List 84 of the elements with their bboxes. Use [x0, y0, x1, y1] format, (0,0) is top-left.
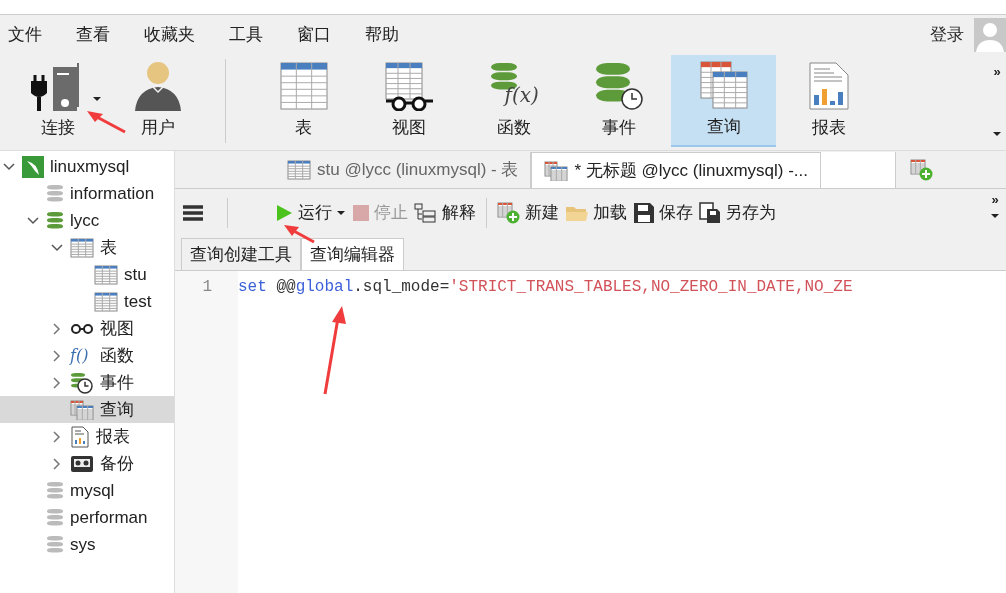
- menu-item[interactable]: 工具: [229, 23, 263, 47]
- database-clock-icon: [593, 61, 644, 112]
- tree-item[interactable]: 事件: [0, 369, 174, 396]
- new-query-icon: [910, 159, 934, 181]
- document-tab[interactable]: * 无标题 @lycc (linuxmysql) -...: [531, 152, 821, 188]
- tree-item[interactable]: performan: [0, 504, 174, 531]
- table-icon: [94, 291, 118, 312]
- toolbar-button[interactable]: 保存: [633, 200, 693, 226]
- play-icon: [274, 203, 294, 223]
- connection-icon: [22, 155, 44, 178]
- menu-item[interactable]: 帮助: [365, 23, 399, 47]
- more-chevron-icon[interactable]: »: [991, 193, 999, 207]
- chevron-down-icon: [50, 242, 64, 253]
- toolbar-button[interactable]: 视图: [356, 55, 461, 147]
- tree-item[interactable]: test: [0, 288, 174, 315]
- new-query-icon: [497, 202, 521, 224]
- chevron-down-icon: [26, 215, 40, 226]
- user-icon: [132, 61, 183, 112]
- tree-item[interactable]: 视图: [0, 315, 174, 342]
- toolbar-button[interactable]: f(x) 函数: [461, 55, 566, 147]
- toolbar-button[interactable]: 运行: [274, 200, 346, 226]
- stop-icon: [352, 204, 370, 222]
- toolbar-button[interactable]: 用户: [115, 55, 200, 147]
- tree-item[interactable]: 表: [0, 234, 174, 261]
- menu-item[interactable]: 收藏夹: [144, 23, 195, 47]
- tree-item[interactable]: lycc: [0, 207, 174, 234]
- tree-item[interactable]: 报表: [0, 423, 174, 450]
- tree-item[interactable]: 备份: [0, 450, 174, 477]
- table-with-glasses-icon: [383, 61, 434, 112]
- dropdown-arrow-icon: [992, 131, 1002, 137]
- table-icon: [287, 160, 311, 180]
- tape-cassette-icon: [70, 453, 94, 474]
- database-icon: [46, 210, 64, 231]
- toolbar-button[interactable]: 事件: [566, 55, 671, 147]
- glasses-icon: [70, 321, 94, 336]
- subtab[interactable]: 查询创建工具: [181, 238, 301, 270]
- table-icon: [70, 237, 94, 258]
- tree-item[interactable]: mysql: [0, 477, 174, 504]
- toolbar-button: 停止: [352, 200, 408, 226]
- menu-item[interactable]: 窗口: [297, 23, 331, 47]
- database-icon: [46, 534, 64, 555]
- tree-item[interactable]: information: [0, 180, 174, 207]
- tree-item[interactable]: sys: [0, 531, 174, 558]
- table-icon: [278, 61, 329, 112]
- function-icon: f(): [70, 345, 94, 366]
- tree-item[interactable]: stu: [0, 261, 174, 288]
- avatar-icon: [974, 18, 1006, 52]
- code-line: set @@global.sql_mode='STRICT_TRANS_TABLES,NO_ZERO_IN_DATE,NO_ZE: [238, 277, 854, 298]
- toolbar-button[interactable]: 连接: [0, 55, 115, 147]
- document-tab[interactable]: stu @lycc (linuxmysql) - 表: [275, 152, 532, 188]
- annotation-arrow: [282, 222, 316, 246]
- tree-item[interactable]: 查询: [0, 396, 174, 423]
- dropdown-arrow-icon: [990, 213, 1000, 219]
- login-button[interactable]: 登录: [930, 22, 964, 48]
- subtab[interactable]: 查询编辑器: [301, 238, 404, 270]
- database-icon: [46, 480, 64, 501]
- database-clock-icon: [70, 371, 94, 394]
- tree-item[interactable]: f() 函数: [0, 342, 174, 369]
- more-chevron-icon[interactable]: »: [993, 65, 1001, 79]
- explain-tree-icon: [414, 203, 438, 223]
- toolbar-button[interactable]: 加载: [565, 200, 627, 226]
- menu-icon: [182, 204, 204, 222]
- report-icon: [70, 425, 90, 448]
- toolbar-button[interactable]: 新建: [497, 200, 559, 226]
- toolbar-button[interactable]: 解释: [414, 200, 476, 226]
- stacked-tables-icon: [544, 160, 569, 181]
- save-as-icon: [699, 202, 721, 224]
- toolbar-button[interactable]: 查询: [671, 55, 776, 147]
- stacked-tables-icon: [698, 60, 749, 111]
- stacked-tables-icon: [70, 399, 94, 420]
- dropdown-arrow-icon: [336, 210, 346, 216]
- database-icon: [46, 507, 64, 528]
- menu-item[interactable]: 查看: [76, 23, 110, 47]
- database-icon: [46, 183, 64, 204]
- annotation-arrow: [85, 108, 127, 136]
- line-number: 1: [201, 277, 213, 298]
- toolbar-button[interactable]: 表: [251, 55, 356, 147]
- toolbar-button[interactable]: 另存为: [699, 200, 776, 226]
- tree-item[interactable]: linuxmysql: [0, 153, 174, 180]
- toolbar-button[interactable]: 报表: [776, 55, 881, 147]
- menu-item[interactable]: 文件: [8, 23, 42, 47]
- chevron-down-icon: [2, 161, 16, 172]
- table-icon: [94, 264, 118, 285]
- save-icon: [633, 202, 655, 224]
